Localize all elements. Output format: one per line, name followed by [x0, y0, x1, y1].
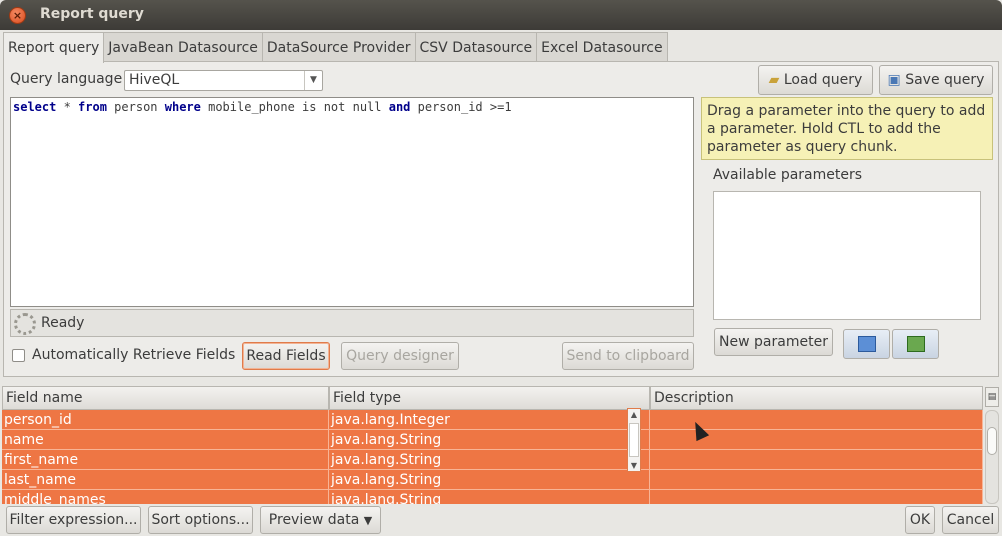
field-name-cell[interactable]: middle_names: [2, 490, 329, 504]
read-fields-button[interactable]: Read Fields: [242, 342, 330, 370]
tab-csv-datasource[interactable]: CSV Datasource: [414, 32, 538, 62]
edit-parameter-icon: [858, 336, 876, 352]
description-cell[interactable]: [650, 490, 983, 504]
load-query-label: Load query: [783, 72, 863, 88]
table-row[interactable]: first_name java.lang.String: [2, 450, 983, 470]
field-type-cell[interactable]: java.lang.String: [329, 430, 650, 450]
status-bar: Ready: [10, 309, 694, 337]
save-query-label: Save query: [905, 72, 985, 88]
tab-javabean-datasource[interactable]: JavaBean Datasource: [103, 32, 263, 62]
query-keyword: and: [388, 100, 411, 114]
table-vertical-scrollbar[interactable]: [985, 410, 999, 504]
available-parameters-list[interactable]: [713, 191, 981, 320]
field-type-cell[interactable]: java.lang.String: [329, 490, 650, 504]
new-parameter-button[interactable]: New parameter: [714, 328, 833, 356]
field-name-cell[interactable]: first_name: [2, 450, 329, 470]
auto-retrieve-checkbox[interactable]: [12, 349, 25, 362]
type-cell-editor-scroller[interactable]: ▲ ▼: [627, 408, 641, 472]
cancel-button[interactable]: Cancel: [942, 506, 999, 534]
chevron-down-icon: ▼: [363, 514, 373, 527]
query-language-label: Query language: [10, 71, 123, 87]
query-keyword: where: [164, 100, 201, 114]
query-language-value: HiveQL: [129, 72, 180, 88]
query-token: mobile_phone is not null: [200, 100, 389, 114]
table-header: Field name Field type Description: [2, 386, 983, 410]
window-title: Report query: [40, 6, 144, 22]
chevron-down-icon: ▼: [304, 71, 322, 90]
close-icon[interactable]: ×: [9, 7, 26, 24]
arrow-down-icon[interactable]: ▼: [628, 461, 640, 470]
send-to-clipboard-button[interactable]: Send to clipboard: [562, 342, 694, 370]
query-language-select[interactable]: HiveQL ▼: [124, 70, 323, 91]
edit-parameter-button[interactable]: [843, 329, 890, 359]
filter-expression-button[interactable]: Filter expression...: [6, 506, 141, 534]
sort-options-button[interactable]: Sort options...: [148, 506, 253, 534]
query-keyword: select: [13, 100, 57, 114]
query-token: *: [56, 100, 79, 114]
tab-report-query[interactable]: Report query: [3, 32, 105, 63]
description-cell[interactable]: [650, 470, 983, 490]
query-token: person: [106, 100, 165, 114]
table-row[interactable]: person_id java.lang.Integer: [2, 410, 983, 430]
arrow-up-icon[interactable]: ▲: [628, 410, 640, 419]
field-type-cell[interactable]: java.lang.String: [329, 470, 650, 490]
field-name-cell[interactable]: name: [2, 430, 329, 450]
query-text: select * from person where mobile_phone …: [13, 100, 512, 114]
ok-button[interactable]: OK: [905, 506, 935, 534]
cell-editor-track: [629, 423, 639, 457]
table-row[interactable]: last_name java.lang.String: [2, 470, 983, 490]
title-bar: × Report query: [0, 0, 1002, 30]
field-type-cell[interactable]: java.lang.Integer: [329, 410, 650, 430]
save-query-button[interactable]: ▣ Save query: [879, 65, 993, 95]
column-header-description[interactable]: Description: [650, 386, 983, 410]
query-designer-button[interactable]: Query designer: [341, 342, 459, 370]
auto-retrieve-label: Automatically Retrieve Fields: [32, 347, 236, 363]
tab-datasource-provider[interactable]: DataSource Provider: [261, 32, 416, 62]
scrollbar-thumb[interactable]: [987, 427, 997, 455]
preview-data-button[interactable]: Preview data ▼: [260, 506, 381, 534]
column-chooser-icon[interactable]: ▤: [985, 387, 999, 407]
column-header-field-name[interactable]: Field name: [2, 386, 329, 410]
preview-data-label: Preview data: [268, 512, 360, 528]
description-cell[interactable]: [650, 450, 983, 470]
table-row[interactable]: middle_names java.lang.String: [2, 490, 983, 504]
remove-parameter-button[interactable]: [892, 329, 939, 359]
field-name-cell[interactable]: last_name: [2, 470, 329, 490]
query-token: person_id >=1: [410, 100, 512, 114]
fields-table: Field name Field type Description person…: [2, 386, 983, 504]
field-type-cell[interactable]: java.lang.String: [329, 450, 650, 470]
folder-icon: ▰: [768, 72, 784, 88]
parameter-hint: Drag a parameter into the query to add a…: [701, 97, 993, 160]
query-keyword: from: [78, 100, 107, 114]
field-name-cell[interactable]: person_id: [2, 410, 329, 430]
available-parameters-label: Available parameters: [713, 167, 863, 183]
tab-excel-datasource[interactable]: Excel Datasource: [536, 32, 668, 62]
tab-bar: Report query JavaBean Datasource DataSou…: [3, 32, 668, 63]
save-icon: ▣: [887, 72, 906, 88]
table-row[interactable]: name java.lang.String: [2, 430, 983, 450]
load-query-button[interactable]: ▰ Load query: [758, 65, 873, 95]
status-text: Ready: [41, 315, 85, 331]
query-editor[interactable]: select * from person where mobile_phone …: [10, 97, 694, 307]
spinner-icon: [14, 313, 36, 335]
column-header-field-type[interactable]: Field type: [329, 386, 650, 410]
remove-parameter-icon: [907, 336, 925, 352]
